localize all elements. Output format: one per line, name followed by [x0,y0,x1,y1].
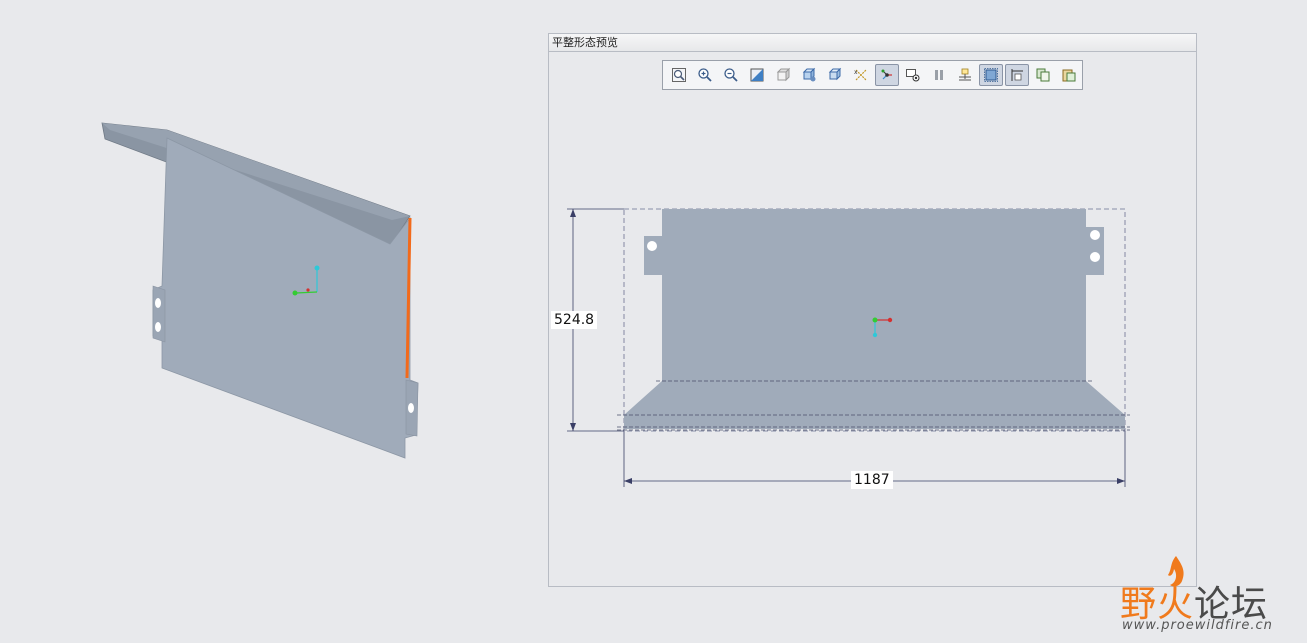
bounding-box-icon [984,68,998,82]
zoom-in-icon [698,68,712,82]
width-dimension-value[interactable]: 1187 [851,471,893,489]
bounding-box-button[interactable] [979,64,1003,86]
saved-views-button[interactable] [797,64,821,86]
svg-text:x: x [854,69,858,76]
datum-display-icon: x [854,69,867,81]
display-style-icon [776,67,791,82]
model-left-tab [152,285,166,343]
spin-center-icon [881,69,892,80]
view-toolbar: x [662,60,1083,90]
pause-button[interactable] [927,64,951,86]
zoom-out-icon [724,68,738,82]
copy-button[interactable] [1031,64,1055,86]
datum-display-button[interactable]: x [849,64,873,86]
pause-icon [935,70,943,80]
annotation-display-button[interactable] [953,64,977,86]
watermark-url: www.proewildfire.cn [1122,618,1273,633]
zoom-out-button[interactable] [719,64,743,86]
refit-icon [672,68,686,82]
flat-state-preview-window[interactable]: 平整形态预览 x 524.8 1187 [548,33,1197,587]
copy-icon [1036,68,1050,82]
orient-view-button[interactable] [823,64,847,86]
saved-views-icon [802,67,816,82]
zoom-in-button[interactable] [693,64,717,86]
repaint-button[interactable] [745,64,769,86]
3d-model-viewport[interactable] [0,0,540,643]
preview-window-title: 平整形态预览 [549,34,1196,52]
flat-left-tab [644,236,662,268]
refit-button[interactable] [667,64,691,86]
view-manager-icon [906,69,920,82]
height-dimension-value[interactable]: 524.8 [551,311,598,329]
display-style-button[interactable] [771,64,795,86]
forum-watermark: 野火论坛 www.proewildfire.cn [1120,555,1300,640]
flat-pattern-viewport[interactable] [549,94,1196,586]
view-manager-button[interactable] [901,64,925,86]
dimension-display-icon [1011,69,1023,81]
spin-center-button[interactable] [875,64,899,86]
paste-icon [1062,69,1076,82]
dimension-display-button[interactable] [1005,64,1029,86]
orient-view-icon [828,67,842,81]
repaint-icon [750,68,764,82]
annotation-display-icon [959,68,971,81]
paste-button[interactable] [1057,64,1081,86]
